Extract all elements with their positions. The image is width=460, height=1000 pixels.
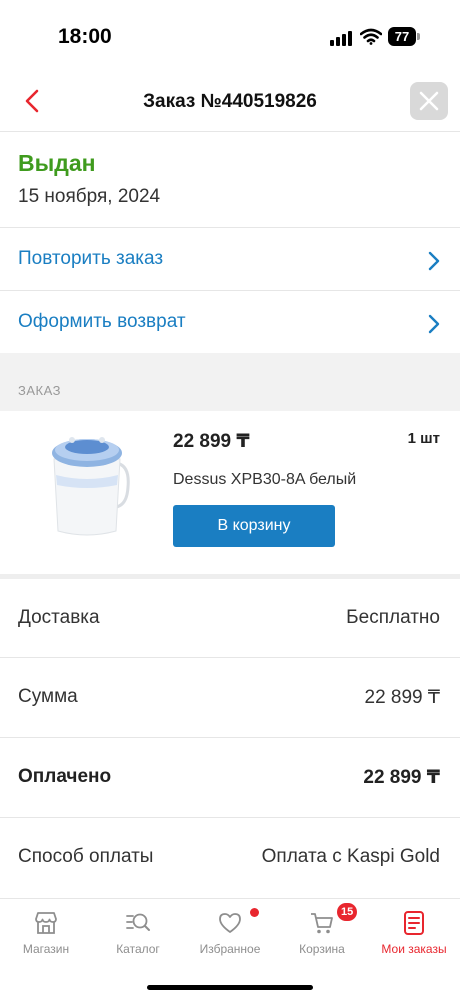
chevron-right-icon	[428, 314, 440, 334]
home-indicator	[147, 985, 313, 990]
battery-level: 77	[388, 27, 416, 46]
cart-badge: 15	[337, 903, 358, 921]
wifi-icon	[360, 28, 382, 45]
repeat-order-button[interactable]: Повторить заказ	[0, 228, 460, 290]
paid-row: Оплачено 22 899 ₸	[0, 738, 460, 817]
return-order-label: Оформить возврат	[18, 311, 186, 332]
notification-dot	[250, 908, 259, 917]
nav-header: Заказ №440519826	[0, 72, 460, 132]
tab-label: Избранное	[199, 942, 261, 956]
paid-value: 22 899 ₸	[363, 767, 440, 788]
signal-icon	[330, 31, 352, 46]
payment-method-value: Оплата с Kaspi Gold	[261, 846, 440, 867]
product-price: 22 899 ₸	[173, 431, 250, 452]
order-date: 15 ноября, 2024	[18, 186, 161, 207]
close-button[interactable]	[410, 82, 448, 120]
paid-label: Оплачено	[18, 766, 112, 787]
order-status: Выдан	[18, 150, 96, 176]
tab-my-orders[interactable]: Мои заказы	[368, 899, 460, 965]
catalog-icon	[126, 913, 150, 931]
tab-label: Каталог	[116, 942, 160, 956]
sum-row: Сумма 22 899 ₸	[0, 658, 460, 737]
repeat-order-label: Повторить заказ	[18, 248, 164, 269]
add-to-cart-button[interactable]: В корзину	[173, 505, 335, 547]
orders-icon	[404, 911, 424, 935]
tab-label: Магазин	[22, 942, 70, 956]
close-icon	[419, 91, 439, 111]
heart-icon	[219, 913, 241, 933]
section-label: ЗАКАЗ	[18, 383, 61, 398]
product-image[interactable]	[44, 425, 134, 540]
sum-label: Сумма	[18, 686, 78, 707]
delivery-value: Бесплатно	[346, 607, 440, 628]
tab-label: Корзина	[299, 942, 345, 956]
product-name[interactable]: Dessus XPB30-8A белый	[173, 471, 356, 489]
tab-store[interactable]: Магазин	[0, 899, 92, 965]
section-header: ЗАКАЗ	[0, 353, 460, 411]
store-icon	[35, 912, 57, 934]
tab-label: Мои заказы	[381, 942, 447, 956]
status-time: 18:00	[58, 25, 112, 48]
chevron-right-icon	[428, 251, 440, 271]
product-quantity: 1 шт	[407, 430, 440, 447]
page-title: Заказ №440519826	[143, 91, 317, 112]
tab-catalog[interactable]: Каталог	[92, 899, 184, 965]
delivery-row: Доставка Бесплатно	[0, 579, 460, 658]
tab-cart[interactable]: 15 Корзина	[276, 899, 368, 965]
status-bar: 18:00 77	[0, 0, 460, 72]
battery-icon: 77	[388, 27, 420, 46]
sum-value: 22 899 ₸	[364, 687, 440, 708]
return-order-button[interactable]: Оформить возврат	[0, 291, 460, 353]
tab-favorites[interactable]: Избранное	[184, 899, 276, 965]
payment-method-label: Способ оплаты	[18, 846, 154, 867]
delivery-label: Доставка	[18, 607, 100, 628]
cart-icon	[311, 913, 333, 934]
payment-method-row: Способ оплаты Оплата с Kaspi Gold	[0, 818, 460, 897]
